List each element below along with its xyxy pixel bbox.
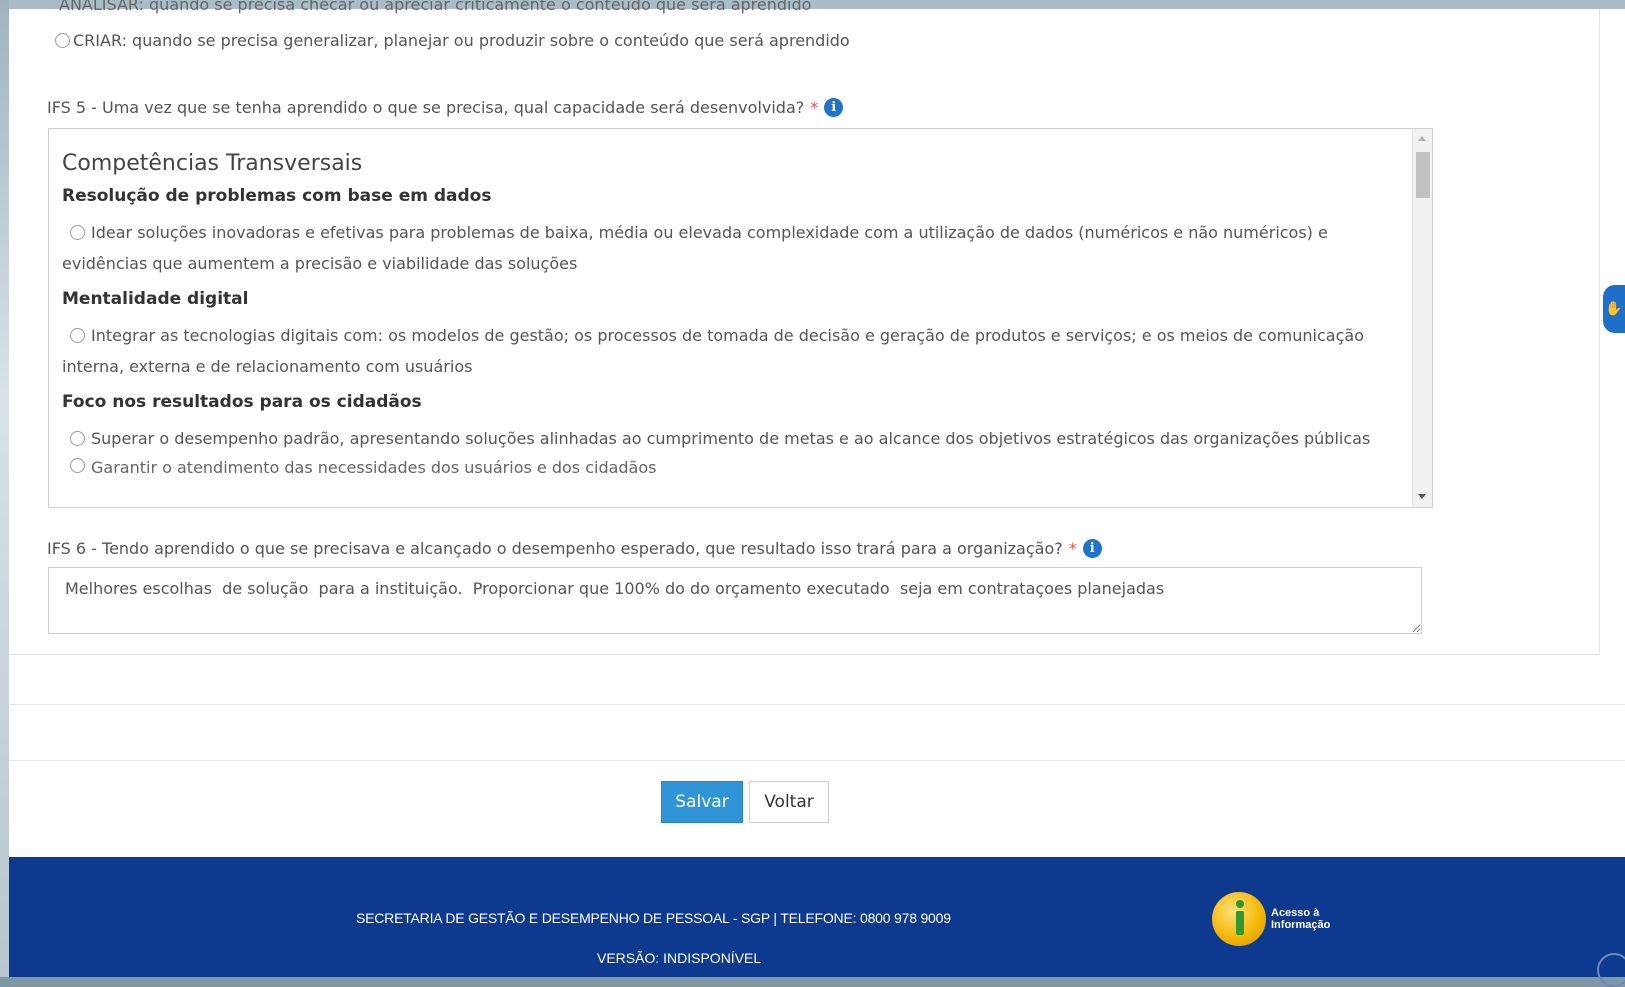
ifs5-question-text: IFS 5 - Uma vez que se tenha aprendido o… [47,98,805,117]
scrollbar[interactable] [1412,129,1432,507]
ifs6-required-mark: * [1068,539,1077,558]
page-content: ANALISAR: quando se precisa checar ou ap… [9,0,1625,857]
section-title: Competências Transversais [62,151,363,176]
save-button[interactable]: Salvar [661,781,743,823]
competency-radio[interactable] [70,431,85,446]
footer-contact-text: SECRETARIA DE GESTÃO E DESEMPENHO DE PES… [356,910,951,926]
ifs5-question: IFS 5 - Uma vez que se tenha aprendido o… [47,98,844,117]
divider [9,760,1625,761]
competency-option[interactable]: Superar o desempenho padrão, apresentand… [62,423,1402,454]
competency-option[interactable]: Integrar as tecnologias digitais com: os… [62,320,1402,382]
ifs6-question: IFS 6 - Tendo aprendido o que se precisa… [47,539,1102,558]
acesso-informacao-icon [1212,892,1266,946]
ifs5-required-mark: * [810,98,819,117]
arrow-up-circle-icon[interactable] [1597,953,1625,987]
competency-option-label: Integrar as tecnologias digitais com: os… [62,326,1364,376]
footer: SECRETARIA DE GESTÃO E DESEMPENHO DE PES… [9,857,1625,977]
form-panel: ANALISAR: quando se precisa checar ou ap… [9,0,1600,655]
competency-option[interactable]: Idear soluções inovadoras e efetivas par… [62,217,1402,279]
criar-option-label: CRIAR: quando se precisa generalizar, pl… [73,31,850,50]
criar-option[interactable]: CRIAR: quando se precisa generalizar, pl… [55,31,850,50]
criar-radio[interactable] [55,33,70,48]
competency-radio[interactable] [70,225,85,240]
info-icon[interactable]: i [1082,539,1102,558]
scrollbar-thumb[interactable] [1416,152,1430,198]
back-button[interactable]: Voltar [749,781,829,823]
acesso-informacao-label: Acesso à Informação [1271,907,1331,931]
divider [9,704,1625,705]
competency-option-label: Garantir o atendimento das necessidades … [91,458,657,477]
group-title: Resolução de problemas com base em dados [62,186,492,206]
footer-version-text: VERSÃO: INDISPONÍVEL [597,950,762,966]
competency-option-cut[interactable]: Garantir o atendimento das necessidades … [62,458,1402,477]
analisar-option-cut: ANALISAR: quando se precisa checar ou ap… [59,0,812,14]
ifs5-competencies-list: Competências Transversais Resolução de p… [62,151,1402,477]
hand-sign-language-icon[interactable]: ✋ [1603,285,1625,333]
acesso-informacao-link[interactable]: Acesso à Informação [1212,892,1330,946]
ifs5-competencies-scrollbox[interactable]: Competências Transversais Resolução de p… [48,128,1433,508]
ifs6-answer-textarea[interactable]: Melhores escolhas de solução para a inst… [48,567,1422,634]
group-title: Foco nos resultados para os cidadãos [62,392,422,412]
ifs6-question-text: IFS 6 - Tendo aprendido o que se precisa… [47,539,1063,558]
competency-option-label: Idear soluções inovadoras e efetivas par… [62,223,1328,273]
group-title: Mentalidade digital [62,289,249,309]
scroll-down-arrow-icon[interactable] [1418,494,1426,499]
background-left [0,0,9,977]
competency-radio[interactable] [70,328,85,343]
scroll-up-arrow-icon[interactable] [1418,136,1426,141]
competency-radio[interactable] [70,458,85,473]
info-icon[interactable]: i [824,98,844,117]
competency-option-label: Superar o desempenho padrão, apresentand… [91,429,1371,448]
